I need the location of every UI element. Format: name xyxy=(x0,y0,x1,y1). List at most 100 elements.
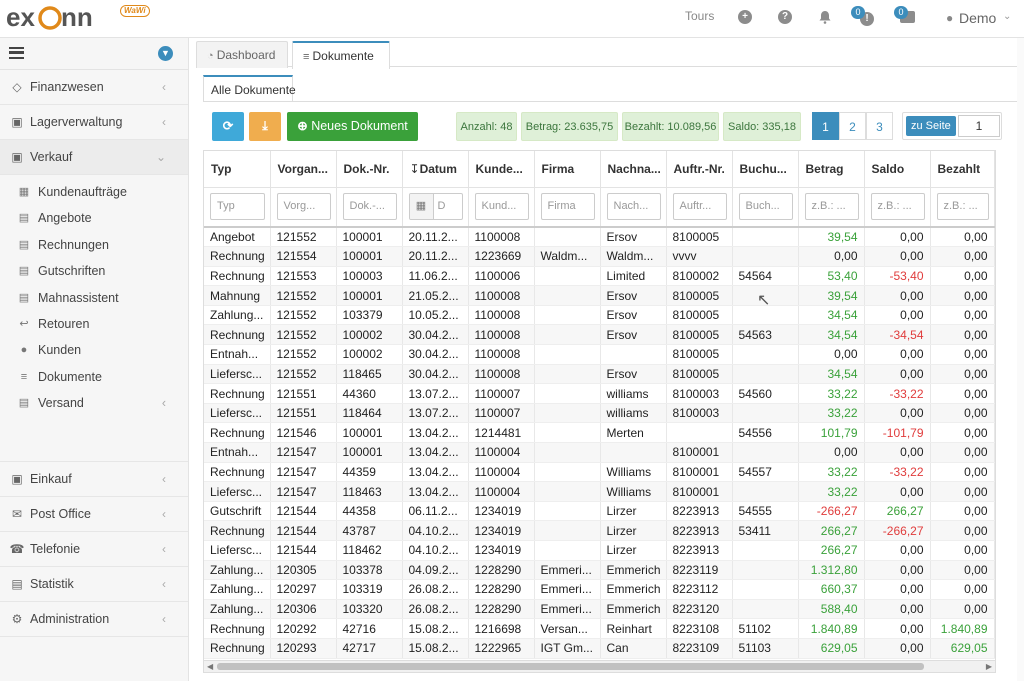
filter-input-auftr-nr[interactable]: Auftr... xyxy=(672,193,727,221)
new-document-button[interactable]: ⊕ Neues Dokument xyxy=(287,112,418,141)
sidebar-item-telefonie[interactable]: ☎ Telefonie ‹ xyxy=(0,532,188,567)
column-header-bezahlt[interactable]: Bezahlt xyxy=(930,151,995,188)
table-cell: 1228290 xyxy=(468,579,535,600)
table-row[interactable]: Liefersc... 121552 118465 30.04.2... 1100008… xyxy=(204,364,995,385)
sidebar-item-finanzwesen[interactable]: ◇ Finanzwesen ‹ xyxy=(0,70,188,105)
tab-dashboard[interactable]: ◔ Dashboard xyxy=(196,41,288,68)
horizontal-scrollbar[interactable]: ◀ ▶ xyxy=(204,660,995,672)
scroll-right-icon[interactable]: ▶ xyxy=(986,661,992,672)
chevron-down-icon[interactable]: ⌄ xyxy=(1003,11,1011,22)
column-header-buchung[interactable]: Buchu... xyxy=(732,151,799,188)
table-row[interactable]: Liefersc... 121551 118464 13.07.2... 1100007… xyxy=(204,403,995,424)
column-header-dok-nr[interactable]: Dok.-Nr. xyxy=(336,151,403,188)
bell-icon[interactable] xyxy=(818,10,832,24)
table-cell: 8100001 xyxy=(666,462,733,483)
column-header-auftr-nr[interactable]: Auftr.-Nr. xyxy=(666,151,733,188)
goto-page-button[interactable]: zu Seite xyxy=(906,116,956,136)
filter-input-firma[interactable]: Firma xyxy=(540,193,595,221)
filter-input-nachname[interactable]: Nach... xyxy=(606,193,661,221)
table-row[interactable]: Zahlung... 120306 103320 26.08.2... 1228290 E… xyxy=(204,599,995,620)
sidebar-sub-rechnungen[interactable]: ▤ Rechnungen xyxy=(0,232,188,258)
page-3-button[interactable]: 3 xyxy=(866,112,893,140)
refresh-button[interactable]: ⟳ xyxy=(212,112,244,141)
filter-input-datum[interactable]: ▦ D xyxy=(408,193,463,221)
balance-stat: Saldo: 335,18 xyxy=(723,112,801,141)
table-row[interactable]: Entnah... 121552 100002 30.04.2... 1100008 81… xyxy=(204,344,995,365)
filter-input-typ[interactable]: Typ xyxy=(210,193,265,221)
table-row[interactable]: Liefersc... 121547 118463 13.04.2... 1100004… xyxy=(204,481,995,502)
user-menu[interactable]: Demo xyxy=(959,10,996,26)
table-row[interactable]: Mahnung 121552 100001 21.05.2... 1100008 Erso… xyxy=(204,285,995,306)
table-row[interactable]: Rechnung 120293 42717 15.08.2... 1222965 IGT … xyxy=(204,638,995,659)
column-header-nachname[interactable]: Nachna... xyxy=(600,151,667,188)
sidebar-sub-angebote[interactable]: ▤ Angebote xyxy=(0,205,188,231)
filter-input-bezahlt[interactable]: z.B.: ... xyxy=(936,193,989,221)
filter-input-vorgang[interactable]: Vorg... xyxy=(276,193,331,221)
goto-page-input[interactable]: 1 xyxy=(958,115,1000,137)
table-row[interactable]: Rechnung 121546 100001 13.04.2... 1214481 Mer… xyxy=(204,422,995,444)
table-row[interactable]: Rechnung 121551 44360 13.07.2... 1100007 will… xyxy=(204,383,995,404)
column-header-kunde[interactable]: Kunde... xyxy=(468,151,535,188)
tab-dokumente[interactable]: ≡ Dokumente xyxy=(292,41,390,69)
sidebar-sub-dokumente[interactable]: ≡ Dokumente xyxy=(0,364,188,390)
tours-link[interactable]: Tours xyxy=(685,9,714,23)
table-row[interactable]: Rechnung 120292 42716 15.08.2... 1216698 Vers… xyxy=(204,618,995,639)
sidebar-item-lagerverwaltung[interactable]: ▣ Lagerverwaltung ‹ xyxy=(0,105,188,140)
table-row[interactable]: Rechnung 121547 44359 13.04.2... 1100004 Will… xyxy=(204,462,995,483)
hamburger-menu-icon[interactable] xyxy=(9,47,24,59)
table-cell: 8223913 xyxy=(666,540,733,561)
column-header-firma[interactable]: Firma xyxy=(534,151,601,188)
table-cell: 0,00 xyxy=(864,364,931,385)
table-cell: 8100005 xyxy=(666,324,733,346)
plus-icon[interactable]: + xyxy=(738,10,752,24)
sidebar-item-statistik[interactable]: ▤ Statistik ‹ xyxy=(0,567,188,602)
help-icon[interactable]: ? xyxy=(778,10,792,24)
table-cell: 118465 xyxy=(336,364,403,385)
filter-input-kunde[interactable]: Kund... xyxy=(474,193,529,221)
table-row[interactable]: Zahlung... 120305 103378 04.09.2... 1228290 E… xyxy=(204,560,995,581)
table-row[interactable]: Liefersc... 121544 118462 04.10.2... 1234019… xyxy=(204,540,995,561)
table-row[interactable]: Gutschrift 121544 44358 06.11.2... 1234019 Li… xyxy=(204,501,995,522)
column-header-betrag[interactable]: Betrag xyxy=(798,151,865,188)
subtab-alle-dokumente[interactable]: Alle Dokumente xyxy=(203,75,296,102)
sidebar-sub-mahnassistent[interactable]: ▤ Mahnassistent xyxy=(0,285,188,311)
filter-input-buchung[interactable]: Buch... xyxy=(738,193,793,221)
table-row[interactable]: Rechnung 121544 43787 04.10.2... 1234019 Lirz… xyxy=(204,520,995,541)
table-row[interactable]: Rechnung 121554 100001 20.11.2... 1223669 Wal… xyxy=(204,246,995,267)
sidebar-sub-versand[interactable]: ▤ Versand ‹ xyxy=(0,390,188,416)
table-cell xyxy=(534,266,601,287)
calendar-icon[interactable]: ▦ xyxy=(409,194,434,220)
sidebar-sub-kunden[interactable]: ● Kunden xyxy=(0,337,188,363)
scroll-left-icon[interactable]: ◀ xyxy=(207,661,213,672)
page-scrollbar[interactable] xyxy=(1017,38,1024,681)
filter-input-betrag[interactable]: z.B.: ... xyxy=(804,193,859,221)
column-header-saldo[interactable]: Saldo xyxy=(864,151,931,188)
sidebar-sub-kundenauftraege[interactable]: ▦ Kundenaufträge xyxy=(0,179,188,205)
column-header-datum[interactable]: ↧Datum xyxy=(402,151,469,188)
sidebar-item-administration[interactable]: ⚙ Administration ‹ xyxy=(0,602,188,637)
scrollbar-thumb[interactable] xyxy=(217,663,924,670)
table-cell: Rechnung xyxy=(204,266,271,287)
collapse-down-icon[interactable]: ▼ xyxy=(158,46,173,61)
sidebar-sub-retouren[interactable]: ↩ Retouren xyxy=(0,311,188,337)
table-row[interactable]: Angebot 121552 100001 20.11.2... 1100008 Erso… xyxy=(204,227,995,248)
table-cell: 629,05 xyxy=(798,638,865,659)
wawi-badge: WaWi xyxy=(120,5,150,17)
sidebar-item-post-office[interactable]: ✉ Post Office ‹ xyxy=(0,497,188,532)
column-header-vorgang[interactable]: Vorgan... xyxy=(270,151,337,188)
column-header-typ[interactable]: Typ xyxy=(204,151,271,188)
filter-input-dok-nr[interactable]: Dok.-... xyxy=(342,193,397,221)
table-row[interactable]: Rechnung 121552 100002 30.04.2... 1100008 Ers… xyxy=(204,324,995,346)
filter-input-saldo[interactable]: z.B.: ... xyxy=(870,193,925,221)
page-1-button[interactable]: 1 xyxy=(812,112,839,140)
table-row[interactable]: Rechnung 121553 100003 11.06.2... 1100006 Lim… xyxy=(204,266,995,287)
table-row[interactable]: Zahlung... 120297 103319 26.08.2... 1228290 E… xyxy=(204,579,995,600)
page-2-button[interactable]: 2 xyxy=(839,112,866,140)
sidebar-sub-gutschriften[interactable]: ▤ Gutschriften xyxy=(0,258,188,284)
table-cell xyxy=(534,285,601,306)
sidebar-item-einkauf[interactable]: ▣ Einkauf ‹ xyxy=(0,462,188,497)
table-row[interactable]: Zahlung... 121552 103379 10.05.2... 1100008 E… xyxy=(204,305,995,326)
download-button[interactable]: ⤓ xyxy=(249,112,281,141)
sidebar-item-verkauf[interactable]: ▣ Verkauf ⌄ xyxy=(0,140,188,175)
table-row[interactable]: Entnah... 121547 100001 13.04.2... 1100004 81… xyxy=(204,442,995,463)
